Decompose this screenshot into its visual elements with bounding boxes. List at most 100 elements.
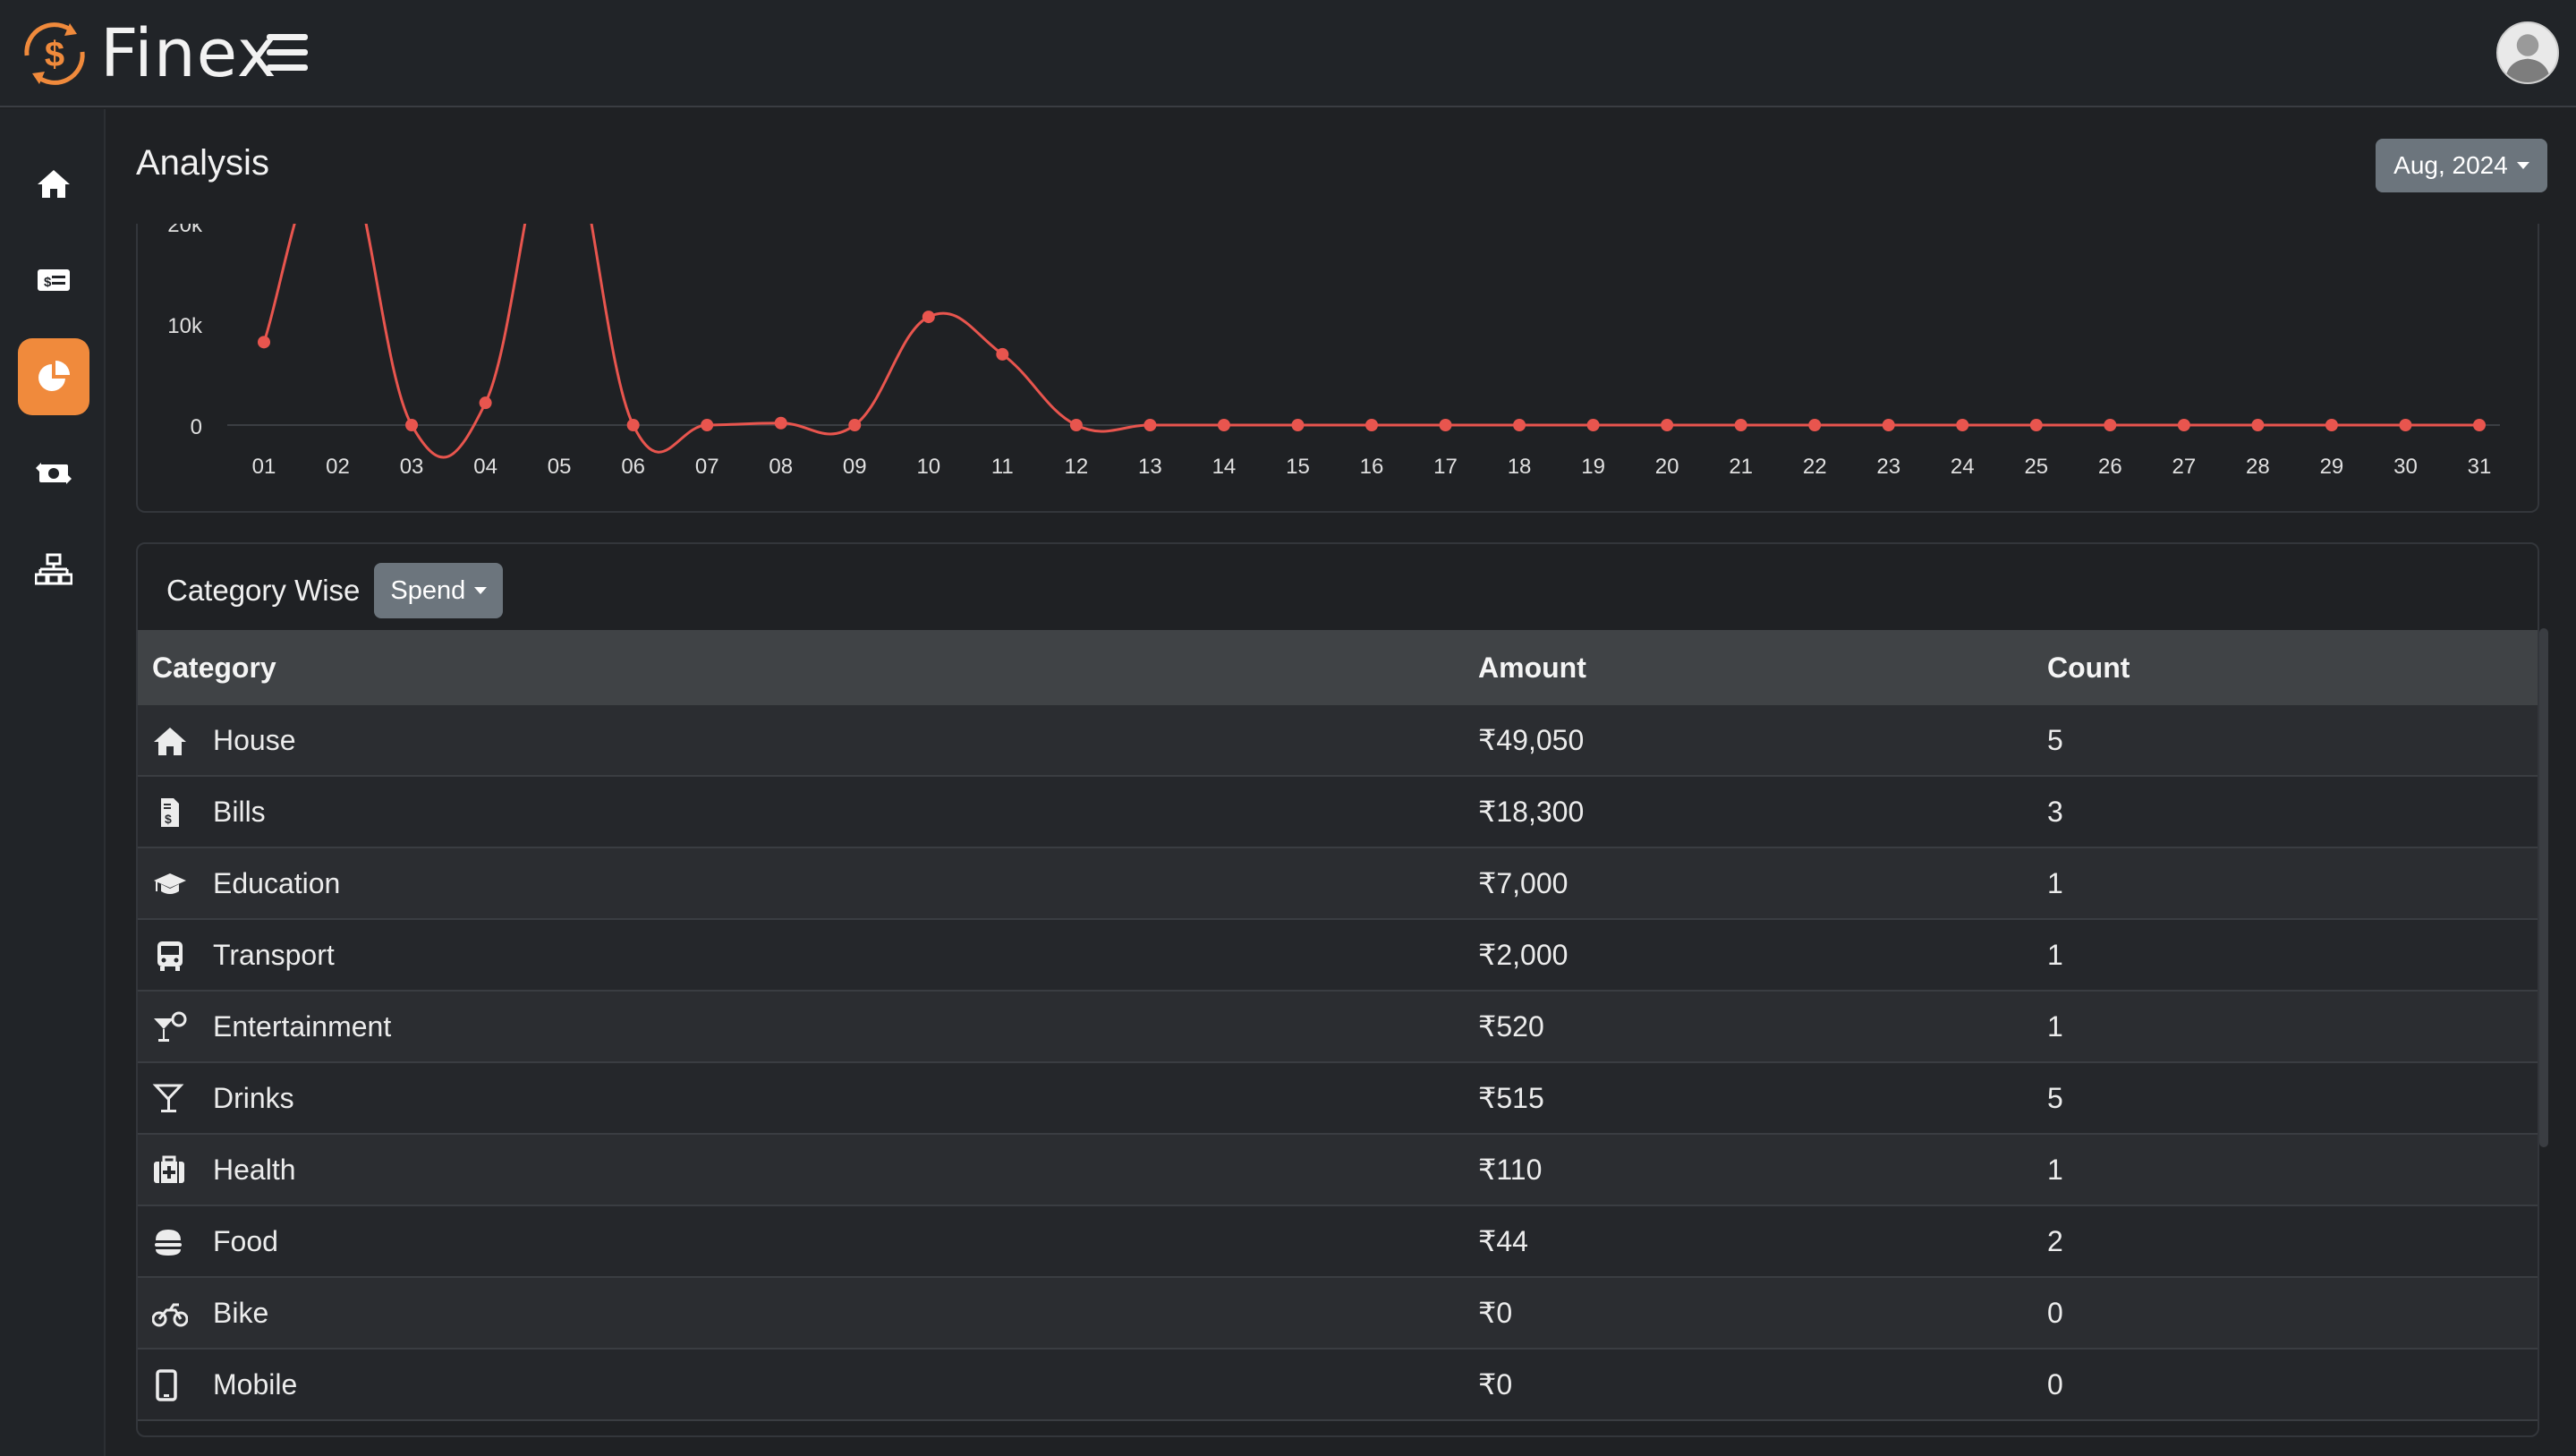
category-count: 2 bbox=[2047, 1224, 2063, 1257]
table-scrollbar[interactable] bbox=[2539, 628, 2548, 1147]
data-point[interactable] bbox=[1439, 419, 1452, 431]
svg-text:$: $ bbox=[45, 35, 64, 74]
hamburger-icon[interactable] bbox=[267, 34, 308, 73]
data-point[interactable] bbox=[1956, 419, 1969, 431]
data-point[interactable] bbox=[848, 419, 862, 431]
table-row[interactable]: Transport ₹2,000 1 bbox=[138, 920, 2538, 992]
data-point[interactable] bbox=[626, 419, 640, 431]
table-row[interactable]: Entertainment ₹520 1 bbox=[138, 992, 2538, 1063]
sidebar-item-transactions[interactable]: $ bbox=[18, 242, 89, 319]
finex-logo-icon[interactable]: $ bbox=[18, 16, 91, 91]
category-amount: ₹520 bbox=[1478, 1010, 1544, 1043]
bus-icon bbox=[157, 941, 183, 971]
category-count: 1 bbox=[2047, 866, 2063, 899]
x-tick-label: 22 bbox=[1803, 455, 1827, 479]
category-amount: ₹515 bbox=[1478, 1082, 1544, 1114]
month-label: Aug, 2024 bbox=[2393, 151, 2508, 179]
home-icon bbox=[38, 170, 70, 198]
data-point[interactable] bbox=[2251, 419, 2265, 431]
x-tick-label: 25 bbox=[2024, 455, 2048, 479]
category-name: Mobile bbox=[213, 1367, 298, 1401]
line-chart: 0 10k 20k 01 02 03 04 05 06 07 08 09 10 11 12 13 14 15 16 1… bbox=[167, 224, 2500, 479]
y-tick-label: 20k bbox=[167, 224, 203, 237]
sidebar-item-home[interactable] bbox=[18, 145, 89, 222]
x-tick-label: 29 bbox=[2320, 455, 2344, 479]
x-tick-label: 06 bbox=[621, 455, 645, 479]
category-amount: ₹44 bbox=[1478, 1225, 1528, 1257]
x-tick-label: 15 bbox=[1286, 455, 1310, 479]
x-tick-label: 17 bbox=[1433, 455, 1458, 479]
table-row[interactable]: House ₹49,050 5 bbox=[138, 705, 2538, 777]
category-name: Bills bbox=[213, 795, 266, 828]
table-row[interactable]: Health ₹110 1 bbox=[138, 1135, 2538, 1206]
table-row[interactable]: Food ₹44 2 bbox=[138, 1206, 2538, 1278]
data-point[interactable] bbox=[1217, 419, 1230, 431]
data-point[interactable] bbox=[996, 347, 1009, 361]
data-point[interactable] bbox=[2399, 419, 2412, 431]
sidebar-item-analysis[interactable] bbox=[18, 338, 89, 415]
user-avatar[interactable] bbox=[2496, 21, 2559, 84]
brand-name[interactable]: Finex bbox=[100, 16, 277, 91]
cash-exchange-icon bbox=[36, 463, 72, 484]
x-tick-label: 02 bbox=[326, 455, 350, 479]
x-tick-label: 11 bbox=[991, 455, 1014, 479]
category-amount: ₹7,000 bbox=[1478, 867, 1569, 899]
x-tick-label: 27 bbox=[2172, 455, 2197, 479]
data-point[interactable] bbox=[2029, 419, 2043, 431]
data-point[interactable] bbox=[2177, 419, 2190, 431]
x-tick-label: 09 bbox=[843, 455, 867, 479]
data-point[interactable] bbox=[1291, 419, 1305, 431]
table-row[interactable]: $ Bills ₹18,300 3 bbox=[138, 777, 2538, 848]
category-count: 1 bbox=[2047, 1009, 2063, 1043]
category-amount: ₹18,300 bbox=[1478, 796, 1585, 828]
month-selector-button[interactable]: Aug, 2024 bbox=[2376, 139, 2547, 192]
data-point[interactable] bbox=[774, 416, 787, 430]
data-point[interactable] bbox=[1586, 419, 1600, 431]
category-name: Education bbox=[213, 866, 341, 899]
data-point[interactable] bbox=[405, 419, 419, 431]
category-name: House bbox=[213, 723, 296, 756]
category-amount: ₹0 bbox=[1478, 1368, 1513, 1401]
data-point[interactable] bbox=[2104, 419, 2117, 431]
column-header-category[interactable]: Category bbox=[152, 651, 276, 685]
column-header-amount[interactable]: Amount bbox=[1478, 651, 1586, 685]
table-row[interactable]: Bike ₹0 0 bbox=[138, 1278, 2538, 1350]
table-header: Category Amount Count bbox=[138, 630, 2538, 705]
x-tick-label: 08 bbox=[769, 455, 793, 479]
glass-martini-icon bbox=[152, 1084, 184, 1112]
money-bill-icon: $ bbox=[38, 269, 70, 291]
data-point[interactable] bbox=[1734, 419, 1747, 431]
table-row[interactable]: Mobile ₹0 0 bbox=[138, 1350, 2538, 1421]
data-point[interactable] bbox=[479, 396, 492, 410]
category-count: 5 bbox=[2047, 723, 2063, 756]
svg-text:$: $ bbox=[44, 275, 52, 290]
page-title: Analysis bbox=[136, 143, 269, 183]
data-point[interactable] bbox=[258, 336, 270, 349]
spend-filter-dropdown[interactable]: Spend bbox=[374, 563, 504, 618]
sidebar-item-categories[interactable] bbox=[18, 532, 89, 609]
sidebar-item-exchange[interactable] bbox=[18, 435, 89, 512]
caret-down-icon bbox=[474, 587, 488, 594]
table-row[interactable]: Education ₹7,000 1 bbox=[138, 848, 2538, 920]
table-body: House ₹49,050 5 $ Bills ₹18,300 3 Educat… bbox=[138, 705, 2538, 1421]
data-point[interactable] bbox=[2473, 419, 2486, 431]
data-point[interactable] bbox=[1143, 419, 1157, 431]
category-amount: ₹2,000 bbox=[1478, 939, 1569, 971]
data-point[interactable] bbox=[701, 419, 714, 431]
y-tick-label: 10k bbox=[167, 314, 203, 338]
column-header-count[interactable]: Count bbox=[2047, 651, 2130, 685]
x-tick-label: 21 bbox=[1729, 455, 1753, 479]
x-tick-label: 07 bbox=[695, 455, 719, 479]
data-point[interactable] bbox=[1513, 419, 1526, 431]
pie-chart-icon bbox=[38, 361, 70, 391]
x-tick-label: 30 bbox=[2393, 455, 2418, 479]
data-point[interactable] bbox=[1882, 419, 1895, 431]
x-tick-label: 18 bbox=[1508, 455, 1532, 479]
data-point[interactable] bbox=[922, 311, 935, 324]
data-point[interactable] bbox=[1661, 419, 1674, 431]
data-point[interactable] bbox=[2325, 419, 2338, 431]
table-row[interactable]: Drinks ₹515 5 bbox=[138, 1063, 2538, 1135]
data-point[interactable] bbox=[1808, 419, 1822, 431]
data-point[interactable] bbox=[1365, 419, 1378, 431]
data-point[interactable] bbox=[1069, 419, 1083, 431]
